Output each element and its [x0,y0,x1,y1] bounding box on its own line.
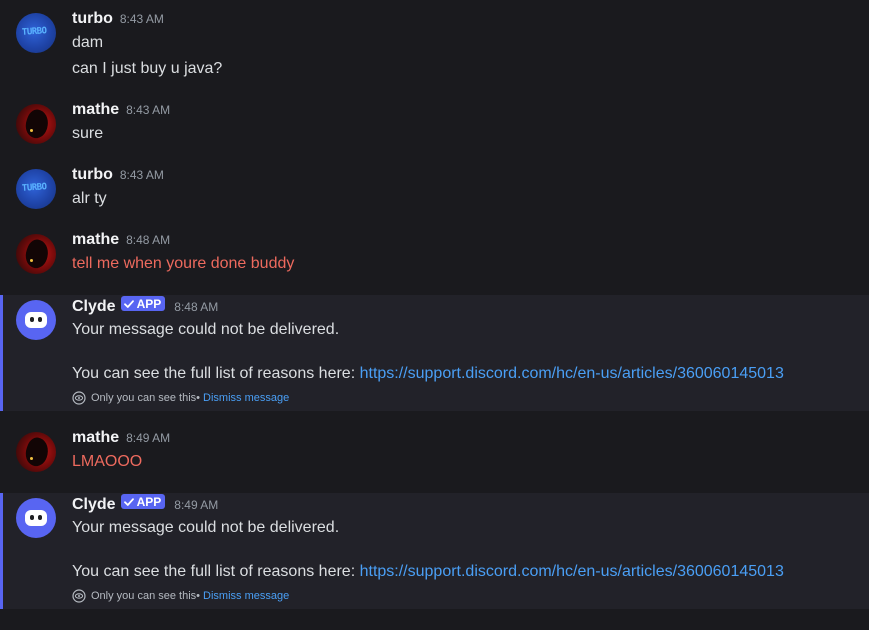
dismiss-message-link[interactable]: Dismiss message [203,590,289,602]
footer-separator: • [196,590,201,602]
username[interactable]: mathe [72,231,119,249]
message-group: TURBO turbo 8:43 AM dam can I just buy u… [0,8,869,86]
avatar[interactable] [16,300,56,340]
avatar[interactable]: TURBO [16,169,56,209]
app-badge-label: APP [136,296,162,311]
clyde-bot-icon [25,510,47,526]
message-content: You can see the full list of reasons her… [72,561,784,583]
footer-separator: • [196,392,201,404]
message-header: turbo 8:43 AM [72,10,164,32]
avatar-art [21,435,53,469]
timestamp[interactable]: 8:43 AM [120,168,164,182]
avatar[interactable] [16,498,56,538]
username[interactable]: turbo [72,10,113,28]
avatar[interactable] [16,432,56,472]
message-content: Your message could not be delivered. [72,321,340,338]
username[interactable]: Clyde [72,496,116,514]
message-header: mathe 8:49 AM [72,429,170,451]
message-group: mathe 8:49 AM LMAOOO [0,427,869,477]
avatar-text: TURBO [21,26,47,38]
reasons-text: You can see the full list of reasons her… [72,563,360,580]
message-header: mathe 8:43 AM [72,101,170,123]
message-content: alr ty [72,190,107,207]
app-badge: APP [120,296,166,311]
support-link[interactable]: https://support.discord.com/hc/en-us/art… [360,365,784,382]
failed-message-content: LMAOOO [72,453,143,470]
message-header: Clyde APP 8:48 AM [72,296,218,319]
timestamp[interactable]: 8:49 AM [174,498,218,512]
only-you-text: Only you can see this [91,590,197,602]
ephemeral-footer: Only you can see this • Dismiss message [72,391,289,405]
timestamp[interactable]: 8:43 AM [126,103,170,117]
timestamp[interactable]: 8:49 AM [126,431,170,445]
avatar-art-eye [30,129,33,132]
avatar-art-eye [30,259,33,262]
avatar[interactable] [16,234,56,274]
avatar-art [21,107,53,141]
avatar-art-eye [30,457,33,460]
app-badge: APP [120,494,166,509]
message-header: turbo 8:43 AM [72,166,164,188]
message-content: sure [72,125,104,142]
timestamp[interactable]: 8:48 AM [174,300,218,314]
avatar[interactable] [16,104,56,144]
message-content: can I just buy u java? [72,60,223,77]
ephemeral-footer: Only you can see this • Dismiss message [72,589,289,603]
ephemeral-message: Clyde APP 8:48 AM Your message could not… [0,295,869,411]
timestamp[interactable]: 8:48 AM [126,233,170,247]
check-icon [123,497,134,506]
message-group: mathe 8:43 AM sure [0,99,869,149]
support-link[interactable]: https://support.discord.com/hc/en-us/art… [360,563,784,580]
username[interactable]: Clyde [72,298,116,316]
chat-messages: TURBO turbo 8:43 AM dam can I just buy u… [0,0,869,630]
username[interactable]: turbo [72,166,113,184]
message-group: mathe 8:48 AM tell me when youre done bu… [0,229,869,279]
username[interactable]: mathe [72,429,119,447]
avatar-text: TURBO [21,182,47,194]
message-header: Clyde APP 8:49 AM [72,494,218,517]
message-group: TURBO turbo 8:43 AM alr ty [0,164,869,214]
message-content: dam [72,34,104,51]
avatar[interactable]: TURBO [16,13,56,53]
avatar-art [21,237,53,271]
app-badge-label: APP [136,494,162,509]
timestamp[interactable]: 8:43 AM [120,12,164,26]
ephemeral-message: Clyde APP 8:49 AM Your message could not… [0,493,869,609]
eye-icon [72,391,86,405]
check-icon [123,299,134,308]
only-you-text: Only you can see this [91,392,197,404]
failed-message-content: tell me when youre done buddy [72,255,295,272]
username[interactable]: mathe [72,101,119,119]
clyde-bot-icon [25,312,47,328]
message-content: Your message could not be delivered. [72,519,340,536]
message-header: mathe 8:48 AM [72,231,170,253]
message-content: You can see the full list of reasons her… [72,363,784,385]
reasons-text: You can see the full list of reasons her… [72,365,360,382]
dismiss-message-link[interactable]: Dismiss message [203,392,289,404]
eye-icon [72,589,86,603]
